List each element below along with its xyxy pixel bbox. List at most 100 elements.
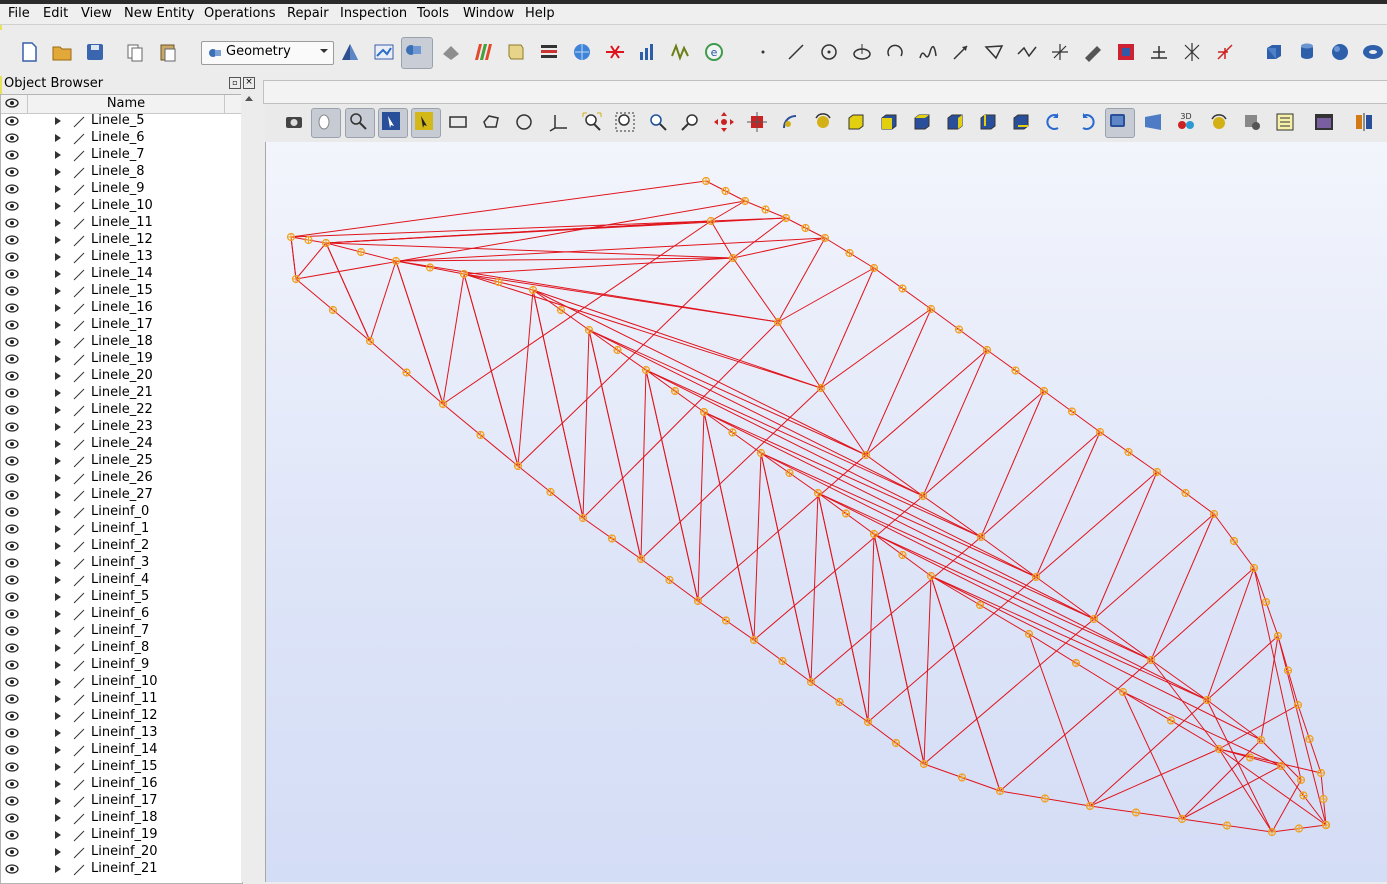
expand-arrow-icon[interactable] [55,525,61,533]
rotate-icon[interactable] [811,110,835,134]
tree-item[interactable]: Linele_22 [1,402,242,419]
tree-item[interactable]: Linele_6 [1,130,242,147]
view-right-icon[interactable] [1009,110,1033,134]
xao-icon[interactable] [372,40,396,64]
visibility-eye-icon[interactable] [5,303,19,313]
visibility-eye-icon[interactable] [5,677,19,687]
expand-arrow-icon[interactable] [55,406,61,414]
expand-arrow-icon[interactable] [55,797,61,805]
menu-file[interactable]: File [8,5,30,22]
2d-sketcher-icon[interactable] [1114,40,1138,64]
float-panel-button[interactable]: ▫ [229,77,241,89]
visibility-eye-icon[interactable] [5,609,19,619]
expand-arrow-icon[interactable] [55,814,61,822]
rotate-clockwise-icon[interactable] [1075,110,1099,134]
visibility-eye-icon[interactable] [5,847,19,857]
new-document-icon[interactable] [17,40,41,64]
tree-item[interactable]: Lineinf_15 [1,759,242,776]
visibility-eye-icon[interactable] [5,184,19,194]
visibility-eye-icon[interactable] [5,762,19,772]
tree-item[interactable]: Linele_5 [1,113,242,130]
wireframe-model[interactable] [266,142,1387,882]
tree-item[interactable]: Linele_13 [1,249,242,266]
ellipse-icon[interactable] [850,40,874,64]
expand-arrow-icon[interactable] [55,321,61,329]
expand-arrow-icon[interactable] [55,270,61,278]
plane-icon[interactable] [982,40,1006,64]
copy-icon[interactable] [123,40,147,64]
expand-arrow-icon[interactable] [55,372,61,380]
tree-item[interactable]: Linele_12 [1,232,242,249]
tree-item[interactable]: Linele_14 [1,266,242,283]
polygon-selection-icon[interactable] [479,110,503,134]
zooming-style-icon[interactable] [345,108,375,138]
fit-selection-icon[interactable] [646,110,670,134]
tree-item[interactable]: Linele_9 [1,181,242,198]
visibility-eye-icon[interactable] [5,864,19,874]
visibility-eye-icon[interactable] [5,779,19,789]
lcs-icon[interactable] [1048,40,1072,64]
tree-item[interactable]: Lineinf_12 [1,708,242,725]
expand-arrow-icon[interactable] [55,729,61,737]
expand-arrow-icon[interactable] [55,763,61,771]
visibility-eye-icon[interactable] [5,711,19,721]
dump-view-icon[interactable] [282,110,306,134]
tree-item[interactable]: Lineinf_21 [1,861,242,878]
view-back-icon[interactable] [877,110,901,134]
expand-arrow-icon[interactable] [55,610,61,618]
visibility-eye-icon[interactable] [5,116,19,126]
expand-arrow-icon[interactable] [55,491,61,499]
visibility-eye-icon[interactable] [5,643,19,653]
tree-item[interactable]: Lineinf_8 [1,640,242,657]
tree-item[interactable]: Linele_27 [1,487,242,504]
tree-item[interactable]: Linele_25 [1,453,242,470]
expand-arrow-icon[interactable] [55,219,61,227]
tree-item[interactable]: Lineinf_6 [1,606,242,623]
visibility-eye-icon[interactable] [5,660,19,670]
fit-all-icon[interactable] [580,110,604,134]
polyline-icon[interactable] [1015,40,1039,64]
expand-arrow-icon[interactable] [55,287,61,295]
expand-arrow-icon[interactable] [55,644,61,652]
expand-arrow-icon[interactable] [55,508,61,516]
visibility-eye-icon[interactable] [5,507,19,517]
expand-arrow-icon[interactable] [55,440,61,448]
expand-arrow-icon[interactable] [55,338,61,346]
visibility-eye-icon[interactable] [5,252,19,262]
clipping-icon[interactable] [1240,110,1264,134]
module-selector[interactable]: Geometry [201,41,334,65]
rectangle-selection-icon[interactable] [446,110,470,134]
perspective-icon[interactable] [1141,110,1165,134]
visibility-eye-icon[interactable] [5,150,19,160]
menu-operations[interactable]: Operations [204,5,275,22]
tree-item[interactable]: Linele_24 [1,436,242,453]
menu-repair[interactable]: Repair [287,5,329,22]
torus-icon[interactable] [1361,40,1385,64]
tree-item[interactable]: Lineinf_17 [1,793,242,810]
box-icon[interactable] [1262,40,1286,64]
bar-chart-icon[interactable] [636,40,660,64]
interaction-style-icon[interactable] [311,108,341,138]
visibility-eye-icon[interactable] [5,286,19,296]
expand-arrow-icon[interactable] [55,780,61,788]
visibility-eye-icon[interactable] [5,592,19,602]
expand-arrow-icon[interactable] [55,253,61,261]
tree-item[interactable]: Linele_18 [1,334,242,351]
arc-icon[interactable] [883,40,907,64]
yacs-icon[interactable] [504,40,528,64]
expand-arrow-icon[interactable] [55,457,61,465]
menu-help[interactable]: Help [525,5,555,22]
visibility-eye-icon[interactable] [5,575,19,585]
tree-item[interactable]: Linele_20 [1,368,242,385]
expand-arrow-icon[interactable] [55,831,61,839]
menu-new-entity[interactable]: New Entity [124,5,194,22]
rotate-counterclockwise-icon[interactable] [1042,110,1066,134]
expand-arrow-icon[interactable] [55,236,61,244]
mesh-icon[interactable] [439,40,463,64]
menu-window[interactable]: Window [463,5,514,22]
tree-item[interactable]: Lineinf_20 [1,844,242,861]
menu-view[interactable]: View [81,5,112,22]
tree-item[interactable]: Lineinf_19 [1,827,242,844]
tree-item[interactable]: Lineinf_13 [1,725,242,742]
visibility-eye-icon[interactable] [5,473,19,483]
